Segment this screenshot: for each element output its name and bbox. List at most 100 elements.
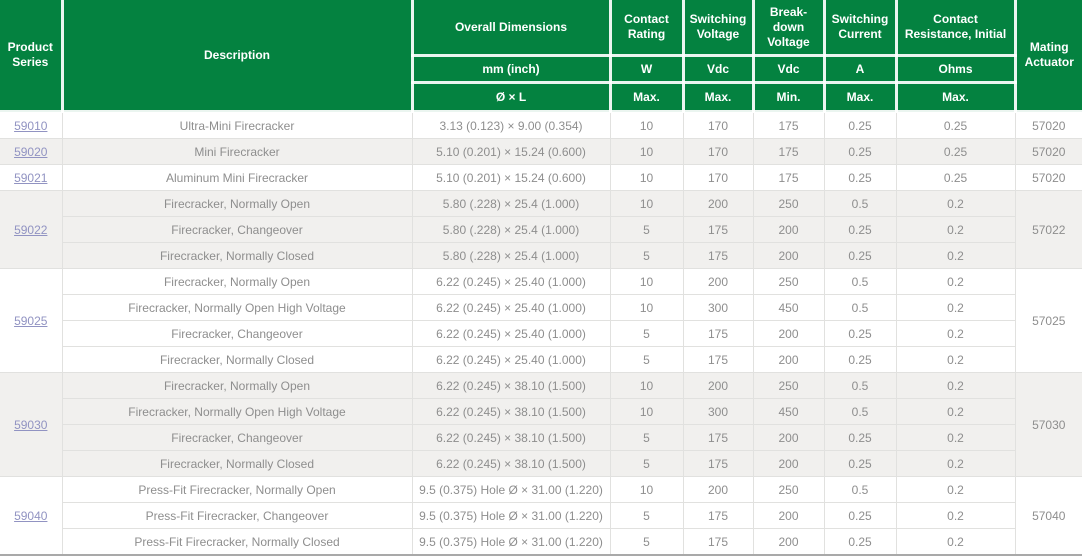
cell-contact-rating: 10 bbox=[610, 399, 683, 425]
col-header-product-series: Product Series bbox=[0, 0, 62, 112]
cell-breakdown-voltage: 200 bbox=[753, 425, 824, 451]
cell-description: Firecracker, Normally Open High Voltage bbox=[62, 295, 412, 321]
cell-breakdown-voltage: 200 bbox=[753, 503, 824, 529]
cell-breakdown-voltage: 250 bbox=[753, 269, 824, 295]
table-row: 59030 Firecracker, Normally Open 6.22 (0… bbox=[0, 373, 1082, 399]
cell-switching-current: 0.25 bbox=[824, 451, 896, 477]
cell-breakdown-voltage: 250 bbox=[753, 477, 824, 503]
cell-switching-current: 0.5 bbox=[824, 477, 896, 503]
cell-breakdown-voltage: 250 bbox=[753, 373, 824, 399]
cell-contact-resistance: 0.2 bbox=[896, 477, 1015, 503]
cell-switching-voltage: 170 bbox=[683, 112, 753, 139]
cell-description: Press-Fit Firecracker, Changeover bbox=[62, 503, 412, 529]
unit-contact-rating: W bbox=[610, 56, 683, 83]
cell-product-series: 59010 bbox=[0, 112, 62, 139]
cell-mating-actuator: 57040 bbox=[1015, 477, 1082, 555]
cell-contact-resistance: 0.2 bbox=[896, 191, 1015, 217]
cell-contact-rating: 10 bbox=[610, 373, 683, 399]
cell-dimensions: 9.5 (0.375) Hole Ø × 31.00 (1.220) bbox=[412, 503, 610, 529]
cell-description: Firecracker, Normally Open bbox=[62, 269, 412, 295]
table-row: 59010 Ultra-Mini Firecracker 3.13 (0.123… bbox=[0, 112, 1082, 139]
product-spec-table-container: Product Series Description Overall Dimen… bbox=[0, 0, 1082, 556]
cell-contact-resistance: 0.2 bbox=[896, 269, 1015, 295]
cell-switching-current: 0.25 bbox=[824, 503, 896, 529]
cell-description: Firecracker, Changeover bbox=[62, 217, 412, 243]
cell-description: Firecracker, Normally Closed bbox=[62, 451, 412, 477]
unit-dimensions: mm (inch) bbox=[412, 56, 610, 83]
cell-mating-actuator: 57030 bbox=[1015, 373, 1082, 477]
product-spec-table: Product Series Description Overall Dimen… bbox=[0, 0, 1082, 554]
col-header-overall-dimensions: Overall Dimensions bbox=[412, 0, 610, 56]
product-series-link[interactable]: 59040 bbox=[14, 509, 47, 523]
cell-description: Firecracker, Normally Closed bbox=[62, 243, 412, 269]
limit-contact-rating: Max. bbox=[610, 83, 683, 112]
limit-dimensions: Ø × L bbox=[412, 83, 610, 112]
cell-dimensions: 5.80 (.228) × 25.4 (1.000) bbox=[412, 217, 610, 243]
product-series-link[interactable]: 59025 bbox=[14, 314, 47, 328]
cell-product-series: 59025 bbox=[0, 269, 62, 373]
product-series-link[interactable]: 59010 bbox=[14, 119, 47, 133]
cell-contact-rating: 10 bbox=[610, 165, 683, 191]
table-row: Firecracker, Normally Open High Voltage … bbox=[0, 399, 1082, 425]
cell-contact-resistance: 0.2 bbox=[896, 529, 1015, 555]
cell-mating-actuator: 57020 bbox=[1015, 165, 1082, 191]
product-series-link[interactable]: 59020 bbox=[14, 145, 47, 159]
cell-contact-rating: 5 bbox=[610, 451, 683, 477]
cell-switching-voltage: 200 bbox=[683, 373, 753, 399]
header-row-labels: Product Series Description Overall Dimen… bbox=[0, 0, 1082, 56]
table-header: Product Series Description Overall Dimen… bbox=[0, 0, 1082, 112]
cell-contact-resistance: 0.2 bbox=[896, 425, 1015, 451]
cell-switching-voltage: 300 bbox=[683, 399, 753, 425]
col-header-mating-actuator: Mating Actuator bbox=[1015, 0, 1082, 112]
product-series-link[interactable]: 59030 bbox=[14, 418, 47, 432]
cell-switching-voltage: 170 bbox=[683, 165, 753, 191]
cell-switching-current: 0.5 bbox=[824, 269, 896, 295]
cell-switching-current: 0.5 bbox=[824, 373, 896, 399]
cell-dimensions: 6.22 (0.245) × 38.10 (1.500) bbox=[412, 451, 610, 477]
cell-description: Firecracker, Changeover bbox=[62, 425, 412, 451]
cell-switching-current: 0.5 bbox=[824, 399, 896, 425]
cell-dimensions: 6.22 (0.245) × 38.10 (1.500) bbox=[412, 373, 610, 399]
cell-contact-rating: 10 bbox=[610, 112, 683, 139]
cell-contact-resistance: 0.2 bbox=[896, 451, 1015, 477]
product-series-link[interactable]: 59022 bbox=[14, 223, 47, 237]
cell-switching-current: 0.25 bbox=[824, 217, 896, 243]
cell-contact-rating: 5 bbox=[610, 529, 683, 555]
cell-contact-rating: 10 bbox=[610, 139, 683, 165]
cell-contact-rating: 5 bbox=[610, 243, 683, 269]
cell-mating-actuator: 57022 bbox=[1015, 191, 1082, 269]
cell-dimensions: 6.22 (0.245) × 38.10 (1.500) bbox=[412, 425, 610, 451]
table-row: Firecracker, Changeover 6.22 (0.245) × 2… bbox=[0, 321, 1082, 347]
product-series-link[interactable]: 59021 bbox=[14, 171, 47, 185]
cell-dimensions: 5.10 (0.201) × 15.24 (0.600) bbox=[412, 139, 610, 165]
col-header-description: Description bbox=[62, 0, 412, 112]
cell-mating-actuator: 57025 bbox=[1015, 269, 1082, 373]
cell-switching-voltage: 175 bbox=[683, 529, 753, 555]
cell-contact-resistance: 0.2 bbox=[896, 217, 1015, 243]
cell-dimensions: 3.13 (0.123) × 9.00 (0.354) bbox=[412, 112, 610, 139]
cell-breakdown-voltage: 175 bbox=[753, 165, 824, 191]
table-row: 59020 Mini Firecracker 5.10 (0.201) × 15… bbox=[0, 139, 1082, 165]
table-row: 59040 Press-Fit Firecracker, Normally Op… bbox=[0, 477, 1082, 503]
limit-switching-current: Max. bbox=[824, 83, 896, 112]
cell-breakdown-voltage: 200 bbox=[753, 347, 824, 373]
table-row: Press-Fit Firecracker, Changeover 9.5 (0… bbox=[0, 503, 1082, 529]
cell-breakdown-voltage: 200 bbox=[753, 529, 824, 555]
cell-contact-rating: 5 bbox=[610, 425, 683, 451]
table-row: 59021 Aluminum Mini Firecracker 5.10 (0.… bbox=[0, 165, 1082, 191]
cell-switching-voltage: 200 bbox=[683, 269, 753, 295]
cell-contact-rating: 10 bbox=[610, 295, 683, 321]
cell-switching-voltage: 170 bbox=[683, 139, 753, 165]
cell-switching-current: 0.5 bbox=[824, 295, 896, 321]
cell-dimensions: 6.22 (0.245) × 25.40 (1.000) bbox=[412, 295, 610, 321]
cell-switching-voltage: 175 bbox=[683, 321, 753, 347]
table-row: Firecracker, Changeover 6.22 (0.245) × 3… bbox=[0, 425, 1082, 451]
cell-description: Mini Firecracker bbox=[62, 139, 412, 165]
cell-dimensions: 9.5 (0.375) Hole Ø × 31.00 (1.220) bbox=[412, 477, 610, 503]
cell-breakdown-voltage: 175 bbox=[753, 139, 824, 165]
cell-switching-current: 0.25 bbox=[824, 347, 896, 373]
col-header-switching-current: Switching Current bbox=[824, 0, 896, 56]
cell-description: Firecracker, Normally Open High Voltage bbox=[62, 399, 412, 425]
cell-breakdown-voltage: 200 bbox=[753, 321, 824, 347]
unit-switching-voltage: Vdc bbox=[683, 56, 753, 83]
